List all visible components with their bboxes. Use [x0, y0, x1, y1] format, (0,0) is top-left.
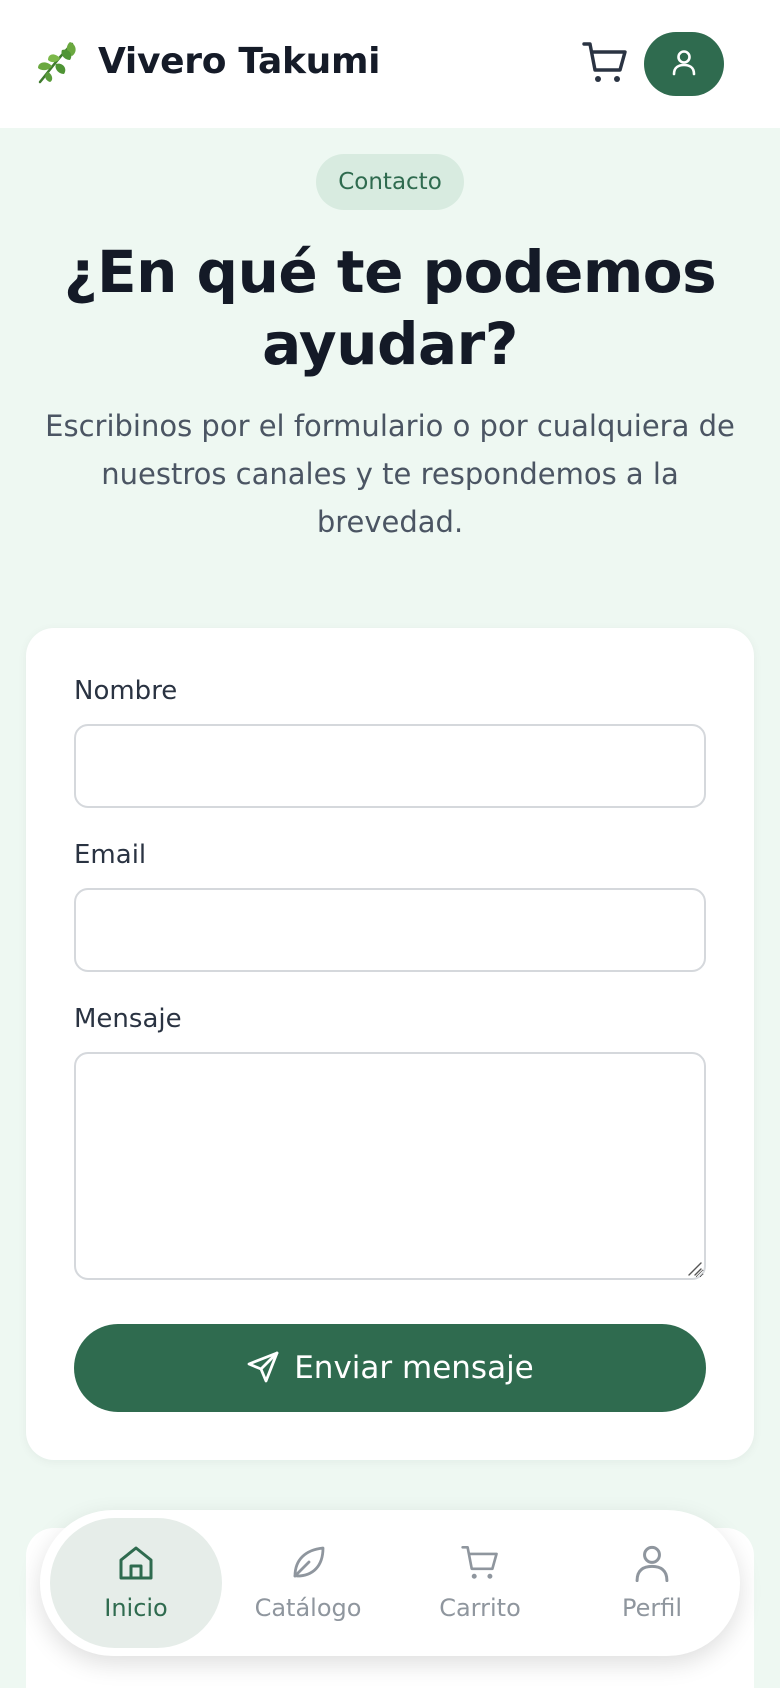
nav-label: Catálogo: [254, 1594, 362, 1622]
nav-item-inicio[interactable]: Inicio: [50, 1518, 222, 1648]
send-message-button[interactable]: Enviar mensaje: [74, 1324, 706, 1412]
brand-name: Vivero Takumi: [98, 40, 381, 82]
profile-button[interactable]: [644, 32, 724, 96]
email-field[interactable]: [74, 888, 706, 972]
header-cart-button[interactable]: [580, 40, 630, 90]
message-label: Mensaje: [74, 1004, 182, 1034]
name-field[interactable]: [74, 724, 706, 808]
nav-item-perfil[interactable]: Perfil: [566, 1518, 738, 1648]
brand[interactable]: Vivero Takumi: [32, 36, 381, 86]
name-label: Nombre: [74, 676, 178, 706]
contact-page: Vivero Takumi Contacto ¿En qué te podemo…: [0, 0, 780, 1688]
user-icon: [633, 1544, 671, 1586]
send-message-label: Enviar mensaje: [294, 1350, 534, 1386]
top-header: Vivero Takumi: [0, 0, 780, 128]
nav-label: Carrito: [439, 1594, 521, 1622]
message-field[interactable]: [74, 1052, 706, 1280]
resize-handle-icon[interactable]: [686, 1260, 702, 1276]
home-icon: [117, 1544, 155, 1586]
nav-item-carrito[interactable]: Carrito: [394, 1518, 566, 1648]
send-icon: [246, 1350, 280, 1387]
page-title: ¿En qué te podemos ayudar?: [63, 238, 717, 378]
page-subtitle: Escribinos por el formulario o por cualq…: [45, 409, 735, 539]
user-icon: [670, 48, 698, 80]
nav-label: Perfil: [621, 1594, 683, 1622]
cart-icon: [582, 40, 628, 90]
leaf-icon: [289, 1544, 327, 1586]
section-badge: Contacto: [316, 154, 464, 210]
nav-label: Inicio: [104, 1594, 168, 1622]
cart-icon: [461, 1544, 499, 1586]
nav-item-catalogo[interactable]: Catálogo: [222, 1518, 394, 1648]
email-label: Email: [74, 840, 147, 870]
bottom-navigation: Inicio Catálogo Carrito Perfil: [40, 1510, 740, 1656]
leaf-sprig-icon: [32, 36, 82, 86]
